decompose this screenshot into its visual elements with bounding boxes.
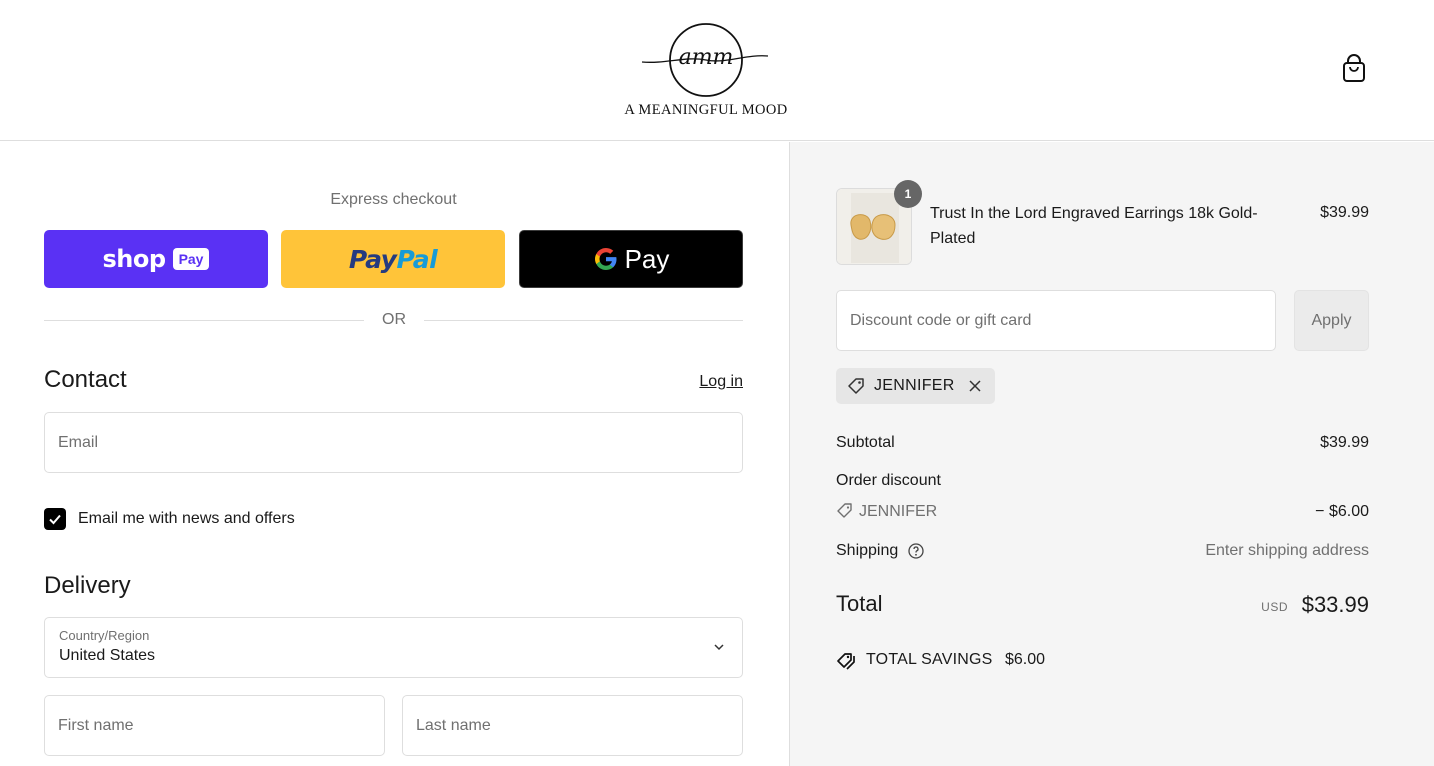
last-name-field[interactable] — [402, 695, 743, 756]
express-checkout-title: Express checkout — [330, 191, 457, 208]
tags-icon — [837, 653, 855, 670]
subtotal-label: Subtotal — [836, 434, 895, 451]
total-value: $33.99 — [1301, 592, 1369, 617]
google-g-icon — [594, 248, 617, 270]
tag-icon — [848, 378, 864, 394]
order-summary-column: 1 Trust In the Lord Engraved Earrings 18… — [789, 142, 1434, 766]
product-name: Trust In the Lord Engraved Earrings 18k … — [930, 205, 1258, 247]
cart-button[interactable] — [1340, 54, 1368, 84]
quantity-badge: 1 — [894, 180, 922, 208]
newsletter-label: Email me with news and offers — [78, 510, 295, 527]
checkout-form-column: Express checkout shop Pay PayPal Pay OR … — [0, 142, 789, 766]
subtotal-value: $39.99 — [1320, 434, 1369, 451]
total-label: Total — [836, 591, 883, 616]
divider-line-left — [44, 320, 364, 321]
google-pay-button[interactable]: Pay — [519, 230, 743, 288]
delivery-title: Delivery — [44, 572, 131, 599]
checkmark-icon — [49, 514, 61, 525]
email-field[interactable] — [44, 412, 743, 473]
shop-pay-wordmark: shop — [102, 245, 167, 273]
discount-code-input[interactable] — [837, 291, 1275, 350]
or-label: OR — [382, 311, 406, 328]
first-name-field[interactable] — [44, 695, 385, 756]
last-name-input[interactable] — [403, 696, 742, 755]
order-discount-value: − $6.00 — [1315, 503, 1369, 520]
divider-line-right — [424, 320, 743, 321]
site-header: amm A MEANINGFUL MOOD — [0, 0, 1434, 141]
contact-title: Contact — [44, 366, 127, 393]
applied-discount-code: JENNIFER — [874, 377, 955, 394]
newsletter-checkbox[interactable] — [44, 508, 66, 530]
shipping-value: Enter shipping address — [1205, 542, 1369, 559]
total-currency: USD — [1261, 600, 1288, 614]
country-select-value: United States — [59, 647, 156, 664]
logo-wordmark: A MEANINGFUL MOOD — [624, 102, 788, 118]
logo-monogram-text: amm — [679, 45, 734, 70]
first-name-input[interactable] — [45, 696, 384, 755]
country-select[interactable]: Country/Region United States — [44, 617, 743, 678]
country-select-label: Country/Region — [59, 628, 150, 643]
question-circle-icon[interactable] — [907, 542, 925, 560]
total-savings-value: $6.00 — [1005, 651, 1046, 668]
shop-pay-button[interactable]: shop Pay — [44, 230, 268, 288]
apply-discount-button[interactable]: Apply — [1294, 290, 1369, 351]
shopping-bag-icon — [1343, 54, 1365, 82]
or-divider: OR — [44, 310, 743, 330]
order-discount-code: JENNIFER — [859, 503, 938, 520]
google-pay-label: Pay — [624, 243, 670, 274]
shipping-label: Shipping — [836, 542, 899, 559]
paypal-wordmark-part2: Pal — [396, 244, 438, 274]
discount-code-field[interactable] — [836, 290, 1276, 351]
chevron-down-icon — [714, 644, 724, 651]
shop-pay-badge: Pay — [172, 248, 210, 270]
email-input[interactable] — [45, 413, 742, 472]
close-icon[interactable] — [966, 377, 984, 395]
applied-discount-chip: JENNIFER — [836, 368, 995, 404]
tag-icon — [837, 503, 852, 518]
total-savings-label: TOTAL SAVINGS — [866, 651, 993, 668]
logo-monogram-mark: amm — [641, 23, 769, 97]
paypal-wordmark: PayPal — [348, 244, 438, 274]
log-in-link[interactable]: Log in — [660, 373, 743, 391]
paypal-wordmark-part1: Pay — [348, 244, 397, 274]
store-logo[interactable]: amm A MEANINGFUL MOOD — [606, 16, 806, 122]
order-discount-label: Order discount — [836, 472, 941, 489]
product-price: $39.99 — [1320, 204, 1369, 221]
paypal-button[interactable]: PayPal — [281, 230, 505, 288]
